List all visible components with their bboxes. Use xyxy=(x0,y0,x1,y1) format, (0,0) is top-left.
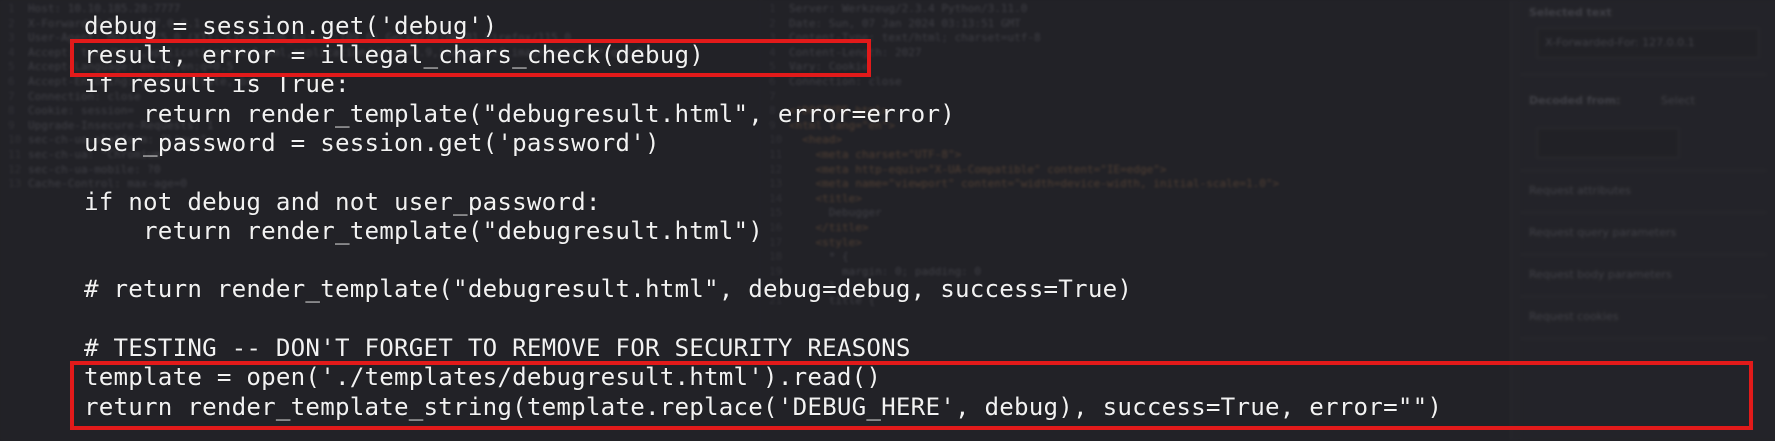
screenshot-stage: 1 Host: 10.10.185.28:7777 2 X-Forwarded-For… xyxy=(0,0,1775,441)
code-line: debug = session.get('debug') xyxy=(84,12,498,40)
code-line: # return render_template("debugresult.ht… xyxy=(84,275,1133,303)
highlight-box xyxy=(70,39,871,77)
code-line: return render_template("debugresult.html… xyxy=(84,100,955,128)
code-snippet: debug = session.get('debug') result, err… xyxy=(0,0,1775,441)
code-line: if not debug and not user_password: xyxy=(84,188,601,216)
code-line: # TESTING -- DON'T FORGET TO REMOVE FOR … xyxy=(84,334,911,362)
code-line: return render_template("debugresult.html… xyxy=(84,217,764,245)
highlight-box xyxy=(70,361,1753,430)
code-line: user_password = session.get('password') xyxy=(84,129,660,157)
